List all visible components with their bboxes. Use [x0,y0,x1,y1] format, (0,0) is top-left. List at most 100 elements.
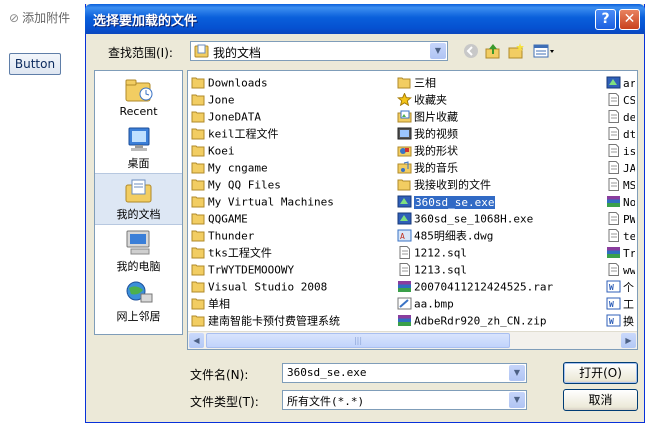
file-item[interactable]: te [606,227,635,244]
file-item[interactable]: 1213.sql [397,261,553,278]
folder-icon [191,144,206,158]
chevron-down-icon[interactable]: ▼ [509,365,525,381]
file-type-dropdown[interactable]: 所有文件(*.*) ▼ [282,390,527,410]
file-item[interactable]: 收藏夹 [396,91,553,108]
file-item-label: 三相 [414,76,436,90]
doc-icon [397,246,412,260]
file-item[interactable]: dt [606,125,635,142]
horizontal-scrollbar[interactable]: ◀ ||| ▶ [188,331,637,349]
file-item[interactable]: 单相 [191,295,340,312]
file-item[interactable]: 1212.sql [397,244,553,261]
file-column-2: 三相 收藏夹 图片收藏 我的视频我的形状 我的音乐 我接收到的文件 360sd_se.exe… [396,74,553,329]
file-column-1: Downloads Jone JoneDATA keil工程文件 Koei My cnga… [191,74,340,329]
file-item[interactable]: Downloads [191,74,340,91]
place-recent[interactable]: Recent [95,73,182,123]
file-item[interactable]: TrWYTDEMOOOWY [191,261,340,278]
chevron-down-icon[interactable]: ▼ [509,392,525,408]
scroll-thumb[interactable]: ||| [206,333,510,348]
place-my-documents[interactable]: 我的文档 [95,173,182,225]
add-attachment-link[interactable]: ⊘ 添加附件 [9,10,70,26]
file-item[interactable]: de [606,108,635,125]
file-type-label: 文件类型(T): [190,395,259,409]
file-item[interactable]: ww [606,261,635,278]
file-item-label: CS [623,93,635,107]
file-item-label: Visual Studio 2008 [208,280,328,294]
file-item[interactable]: QQGAME [191,210,340,227]
view-menu-icon[interactable] [532,43,556,61]
scroll-left-icon[interactable]: ◀ [189,333,204,348]
file-item-label: MS [623,178,635,192]
file-list[interactable]: Downloads Jone JoneDATA keil工程文件 Koei My cnga… [187,70,638,350]
file-item-label: keil工程文件 [208,127,279,141]
file-item[interactable]: tks工程文件 [191,244,340,261]
shapes-icon [397,144,412,158]
file-item-label: dt [623,127,635,141]
file-item[interactable]: W换 [606,312,635,329]
file-item[interactable]: AdbeRdr920_zh_CN.zip [397,312,553,329]
back-icon[interactable] [462,43,480,61]
folder-icon [191,110,206,124]
file-item-label: 建南智能卡预付费管理系统 [208,314,340,328]
file-item[interactable]: 图片收藏 [397,108,553,125]
file-item[interactable]: is [606,142,635,159]
help-button[interactable]: ? [595,9,616,30]
file-item[interactable]: ar [606,74,635,91]
scroll-right-icon[interactable]: ▶ [621,333,636,348]
file-item[interactable]: keil工程文件 [191,125,340,142]
file-item[interactable]: 我的视频 [397,125,553,142]
file-item-label: 工 [623,297,634,311]
dialog-titlebar[interactable]: 选择要加载的文件 ? ✕ [85,4,645,34]
file-item[interactable]: 我的形状 [397,142,553,159]
video-icon [397,127,412,141]
file-item[interactable]: No [606,193,635,210]
file-item[interactable]: Jone [191,91,340,108]
file-item-label: tks工程文件 [208,246,272,260]
place-my-computer[interactable]: 我的电脑 [95,226,182,276]
file-item[interactable]: 三相 [397,74,553,91]
file-item[interactable]: PW [606,210,635,227]
file-item[interactable]: Tr [606,244,635,261]
my-computer-icon [124,230,154,256]
file-item[interactable]: Koei [191,142,340,159]
look-in-dropdown[interactable]: 我的文档 ▼ [190,41,448,61]
word-icon: W [606,314,621,328]
file-item-label: 单相 [208,297,230,311]
place-network[interactable]: 网上邻居 [95,276,182,326]
file-item[interactable]: 360sd_se.exe [397,193,553,210]
file-item[interactable]: MS [606,176,635,193]
chevron-down-icon[interactable]: ▼ [430,43,446,59]
file-item[interactable]: 我接收到的文件 [397,176,553,193]
file-item[interactable]: W个 [606,278,635,295]
file-item[interactable]: Visual Studio 2008 [191,278,340,295]
close-button[interactable]: ✕ [619,9,640,30]
file-item-label: 我的形状 [414,144,458,158]
file-item[interactable]: Thunder [191,227,340,244]
up-folder-icon[interactable] [484,43,502,61]
file-item[interactable]: JoneDATA [191,108,340,125]
add-attachment-label: 添加附件 [22,11,71,25]
file-item[interactable]: 建南智能卡预付费管理系统 [191,312,340,329]
file-item[interactable]: W工 [606,295,635,312]
new-folder-icon[interactable] [507,43,525,61]
file-item-label: ar [623,76,635,90]
doc-icon [606,110,621,124]
file-item[interactable]: CS [606,91,635,108]
open-button[interactable]: 打开(O) [563,362,638,384]
file-item[interactable]: aa.bmp [397,295,553,312]
file-item[interactable]: 20070411212424525.rar [397,278,553,295]
folder-icon [397,178,412,192]
svg-text:W: W [609,300,614,309]
file-item[interactable]: My QQ Files [191,176,340,193]
file-item[interactable]: 我的音乐 [397,159,553,176]
place-desktop[interactable]: 桌面 [95,123,182,173]
page-button[interactable]: Button [9,53,61,75]
file-item[interactable]: 360sd_se_1068H.exe [397,210,553,227]
folder-icon [191,246,206,260]
file-item[interactable]: My Virtual Machines [191,193,340,210]
file-item[interactable]: A 485明细表.dwg [397,227,553,244]
file-item[interactable]: My cngame [191,159,340,176]
file-name-input[interactable]: 360sd_se.exe ▼ [282,363,527,383]
file-item-label: My QQ Files [208,178,281,192]
cancel-button[interactable]: 取消 [563,389,638,411]
file-item[interactable]: JA [606,159,635,176]
